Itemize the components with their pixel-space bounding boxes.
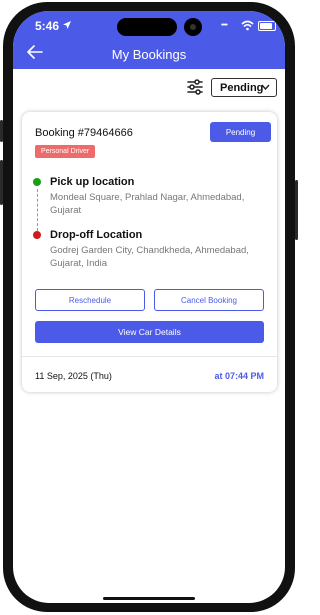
dropoff-address: Godrej Garden City, Chandkheda, Ahmedaba… <box>50 245 249 269</box>
app-header: 5:46 •••• My Bookings <box>13 11 285 69</box>
reschedule-button[interactable]: Reschedule <box>35 289 145 311</box>
booking-time: at 07:44 PM <box>214 371 264 381</box>
wifi-icon <box>241 20 254 31</box>
home-indicator <box>103 597 195 600</box>
booking-id: Booking #79464666 <box>35 127 133 139</box>
page-title: My Bookings <box>111 47 187 62</box>
side-button <box>295 180 298 240</box>
route-line <box>37 189 38 231</box>
pickup-dot-icon <box>33 178 41 186</box>
status-filter-dropdown[interactable]: Pending <box>211 78 277 97</box>
pickup-address: Mondeal Square, Prahlad Nagar, Ahmedabad… <box>50 192 245 216</box>
service-type-tag: Personal Driver <box>35 145 96 158</box>
dropoff-dot-icon <box>33 231 41 239</box>
status-bar: 5:46 •••• <box>13 16 285 36</box>
dropoff-title: Drop-off Location <box>50 229 143 241</box>
divider <box>22 356 277 357</box>
view-car-details-button[interactable]: View Car Details <box>35 321 264 343</box>
booking-status-badge[interactable]: Pending <box>210 122 271 142</box>
booking-card: Booking #79464666 Pending Personal Drive… <box>22 112 277 392</box>
pickup-title: Pick up location <box>50 176 135 188</box>
side-button <box>0 160 3 205</box>
booking-date: 11 Sep, 2025 (Thu) <box>35 371 112 381</box>
chevron-down-icon <box>261 84 270 90</box>
app-screen: 5:46 •••• My Bookings Pending Booking #7… <box>13 11 285 603</box>
location-arrow-icon <box>63 21 71 29</box>
battery-icon <box>258 21 276 31</box>
filter-sliders-icon[interactable] <box>186 78 204 96</box>
dynamic-island <box>117 18 177 36</box>
status-filter-value: Pending <box>220 81 264 94</box>
camera <box>184 18 202 36</box>
cancel-booking-button[interactable]: Cancel Booking <box>154 289 264 311</box>
status-time: 5:46 <box>35 19 60 33</box>
side-button <box>0 120 3 142</box>
signal-icon: •••• <box>221 22 228 29</box>
